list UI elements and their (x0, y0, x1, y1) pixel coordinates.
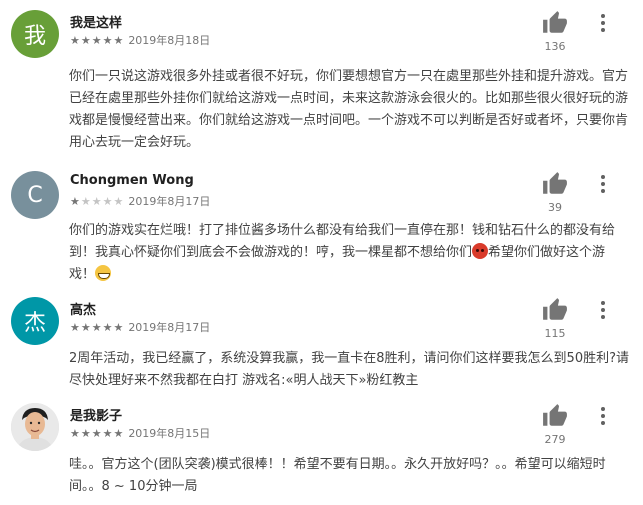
user-photo-icon (11, 403, 59, 451)
review-date: 2019年8月18日 (128, 34, 211, 47)
more-options-icon[interactable] (596, 405, 610, 427)
thumbs-up-icon[interactable] (542, 297, 568, 323)
review-card: 我 我是这样 ★★★★★ 2019年8月18日 136 你们一只说这游戏很多外挂或… (0, 10, 643, 160)
star-rating: ★★★★★ (70, 195, 125, 208)
star-rating: ★★★★★ (70, 34, 125, 47)
reviewer-name: 是我影子 (70, 409, 123, 424)
review-meta: ★★★★★ 2019年8月18日 (70, 32, 210, 48)
review-card: C Chongmen Wong ★★★★★ 2019年8月17日 39 你们的游戏… (0, 171, 643, 296)
review-card: 是我影子 ★★★★★ 2019年8月15日 279 哇。。官方这个(团队突袭)模式… (0, 403, 643, 505)
review-date: 2019年8月17日 (128, 321, 211, 334)
thumbs-up-icon[interactable] (542, 10, 568, 36)
grinning-face-emoji-icon (95, 265, 112, 281)
avatar[interactable]: 杰 (11, 297, 59, 345)
review-text: 哇。。官方这个(团队突袭)模式很棒！！希望不要有日期。。永久开放好吗？。。希望可… (69, 457, 606, 494)
star-rating: ★★★★★ (70, 427, 125, 440)
avatar[interactable]: 我 (11, 10, 59, 58)
review-text: 2周年活动，我已经赢了，系统没算我赢，我一直卡在8胜利，请问你们这样要我怎么到5… (69, 351, 629, 388)
like-count: 115 (544, 327, 566, 340)
review-card: 杰 高杰 ★★★★★ 2019年8月17日 115 2周年活动，我已经赢了，系统没… (0, 297, 643, 397)
review-meta: ★★★★★ 2019年8月17日 (70, 319, 210, 335)
thumbs-up-icon[interactable] (542, 403, 568, 429)
review-date: 2019年8月17日 (128, 195, 211, 208)
more-options-icon[interactable] (596, 173, 610, 195)
avatar[interactable] (11, 403, 59, 451)
review-text: 你们的游戏实在烂哦！打了排位酱多场什么都没有给我们一直停在那！钱和钻石什么的都没… (69, 220, 629, 286)
like-count: 279 (544, 433, 566, 446)
more-options-icon[interactable] (596, 12, 610, 34)
review-date: 2019年8月15日 (128, 427, 211, 440)
star-rating: ★★★★★ (70, 321, 125, 334)
more-options-icon[interactable] (596, 299, 610, 321)
angry-face-emoji-icon (472, 243, 489, 259)
avatar[interactable]: C (11, 171, 59, 219)
review-meta: ★★★★★ 2019年8月15日 (70, 425, 210, 441)
reviewer-name: 高杰 (70, 303, 97, 318)
reviewer-name: 我是这样 (70, 16, 123, 31)
reviewer-name: Chongmen Wong (70, 173, 194, 188)
like-count: 136 (544, 40, 566, 53)
review-meta: ★★★★★ 2019年8月17日 (70, 193, 210, 209)
review-text: 你们一只说这游戏很多外挂或者很不好玩，你们要想想官方一只在處里那些外挂和提升游戏… (69, 69, 629, 150)
like-count: 39 (548, 201, 562, 214)
thumbs-up-icon[interactable] (542, 171, 568, 197)
